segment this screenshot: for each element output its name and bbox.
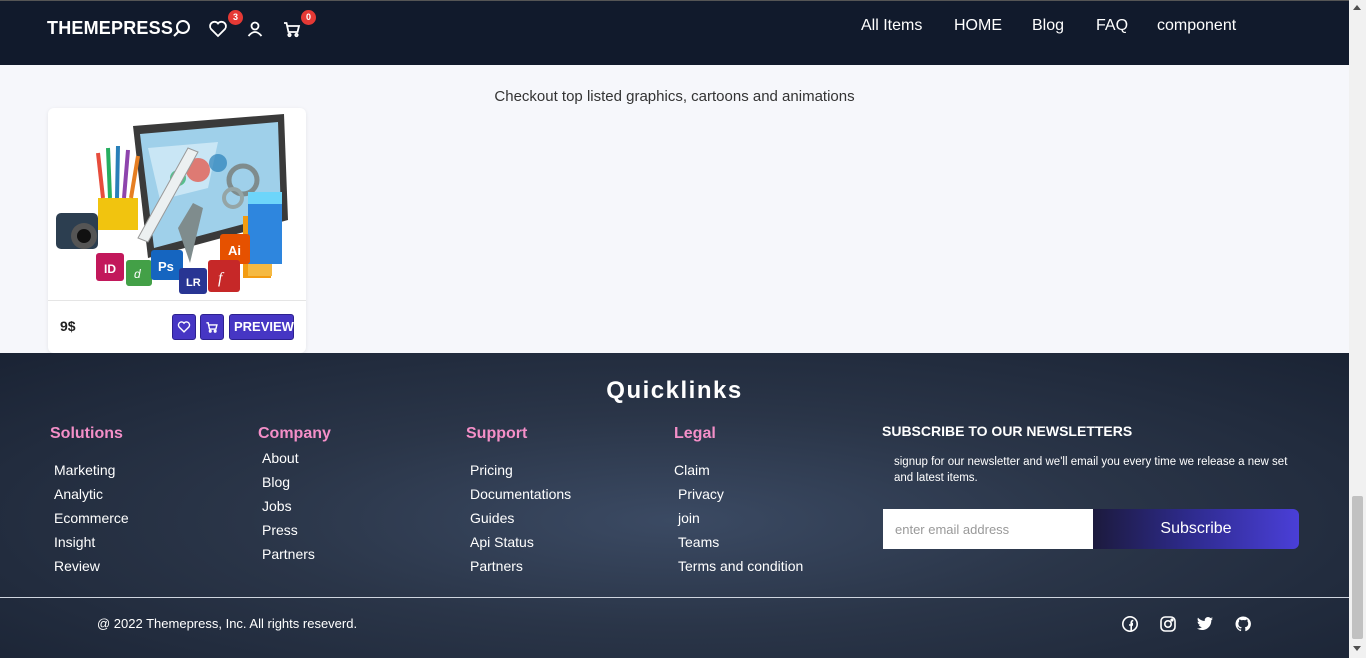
facebook-icon[interactable] xyxy=(1121,615,1139,633)
scrollbar-thumb[interactable] xyxy=(1352,496,1363,639)
footer-link-marketing[interactable]: Marketing xyxy=(54,462,115,478)
footer-heading-legal: Legal xyxy=(674,425,716,442)
card-divider xyxy=(48,300,306,301)
scroll-down-arrow[interactable] xyxy=(1353,646,1361,651)
footer-link-about[interactable]: About xyxy=(262,450,299,466)
brand-logo[interactable]: THEMEPRESS xyxy=(47,18,173,39)
section-subtitle: Checkout top listed graphics, cartoons a… xyxy=(494,88,855,105)
newsletter-heading: SUBSCRIBE TO OUR NEWSLETTERS xyxy=(882,423,1133,439)
search-icon[interactable] xyxy=(172,19,192,39)
newsletter-email-input[interactable] xyxy=(883,509,1093,549)
footer-link-review[interactable]: Review xyxy=(54,558,100,574)
nav-home[interactable]: HOME xyxy=(954,17,1002,35)
product-price: 9$ xyxy=(60,318,76,334)
cart-count-badge: 0 xyxy=(301,10,316,25)
footer-link-press[interactable]: Press xyxy=(262,522,298,538)
preview-button[interactable]: PREVIEW xyxy=(229,314,294,340)
footer-link-terms[interactable]: Terms and condition xyxy=(678,558,803,574)
product-image[interactable]: ID d Ps LR Ai f xyxy=(48,108,306,300)
quicklinks-title: Quicklinks xyxy=(606,377,743,404)
nav-faq[interactable]: FAQ xyxy=(1096,17,1128,35)
cart-icon xyxy=(206,322,218,333)
footer-heading-support: Support xyxy=(466,425,528,442)
wishlist-icon[interactable] xyxy=(208,19,228,39)
newsletter-description: signup for our newsletter and we'll emai… xyxy=(894,456,1288,484)
instagram-icon[interactable] xyxy=(1159,615,1177,633)
image-badge-ai: Ai xyxy=(228,243,241,258)
footer-link-jobs[interactable]: Jobs xyxy=(262,498,292,514)
footer-link-insight[interactable]: Insight xyxy=(54,534,95,550)
footer-link-privacy[interactable]: Privacy xyxy=(678,486,724,502)
github-icon[interactable] xyxy=(1234,615,1252,633)
footer-link-partners[interactable]: Partners xyxy=(262,546,315,562)
footer-link-ecommerce[interactable]: Ecommerce xyxy=(54,510,129,526)
footer-link-support-partners[interactable]: Partners xyxy=(470,558,523,574)
product-card[interactable]: ID d Ps LR Ai f 9$ PREVIEW xyxy=(48,108,306,353)
footer-heading-company: Company xyxy=(258,425,331,442)
subscribe-button[interactable]: Subscribe xyxy=(1093,509,1299,549)
footer-divider xyxy=(0,597,1349,598)
add-to-wishlist-button[interactable] xyxy=(172,314,196,340)
footer-link-blog[interactable]: Blog xyxy=(262,474,290,490)
footer-link-api-status[interactable]: Api Status xyxy=(470,534,534,550)
image-badge-ps: Ps xyxy=(158,259,174,274)
image-badge-id: ID xyxy=(104,262,116,276)
page-scrollbar[interactable] xyxy=(1349,0,1366,658)
svg-text:d: d xyxy=(134,267,141,281)
footer-link-documentations[interactable]: Documentations xyxy=(470,486,571,502)
twitter-icon[interactable] xyxy=(1196,615,1214,633)
site-footer: Quicklinks Solutions Marketing Analytic … xyxy=(0,353,1349,658)
footer-link-analytic[interactable]: Analytic xyxy=(54,486,103,502)
footer-heading-solutions: Solutions xyxy=(50,425,123,442)
scroll-up-arrow[interactable] xyxy=(1353,5,1361,10)
add-to-cart-button[interactable] xyxy=(200,314,224,340)
nav-component[interactable]: component xyxy=(1157,17,1236,35)
wishlist-count-badge: 3 xyxy=(228,10,243,25)
footer-link-teams[interactable]: Teams xyxy=(678,534,719,550)
footer-link-guides[interactable]: Guides xyxy=(470,510,514,526)
heart-icon xyxy=(177,321,191,333)
nav-all-items[interactable]: All Items xyxy=(861,17,922,35)
cart-icon[interactable] xyxy=(282,19,302,39)
footer-link-claim[interactable]: Claim xyxy=(674,462,710,478)
user-icon[interactable] xyxy=(245,19,265,39)
nav-blog[interactable]: Blog xyxy=(1032,17,1064,35)
copyright-text: @ 2022 Themepress, Inc. All rights resev… xyxy=(97,616,358,631)
top-navbar: THEMEPRESS 3 0 All Items HOME Blog FAQ c… xyxy=(0,0,1349,65)
image-badge-lr: LR xyxy=(186,277,201,289)
footer-link-join[interactable]: join xyxy=(678,510,700,526)
footer-link-pricing[interactable]: Pricing xyxy=(470,462,513,478)
